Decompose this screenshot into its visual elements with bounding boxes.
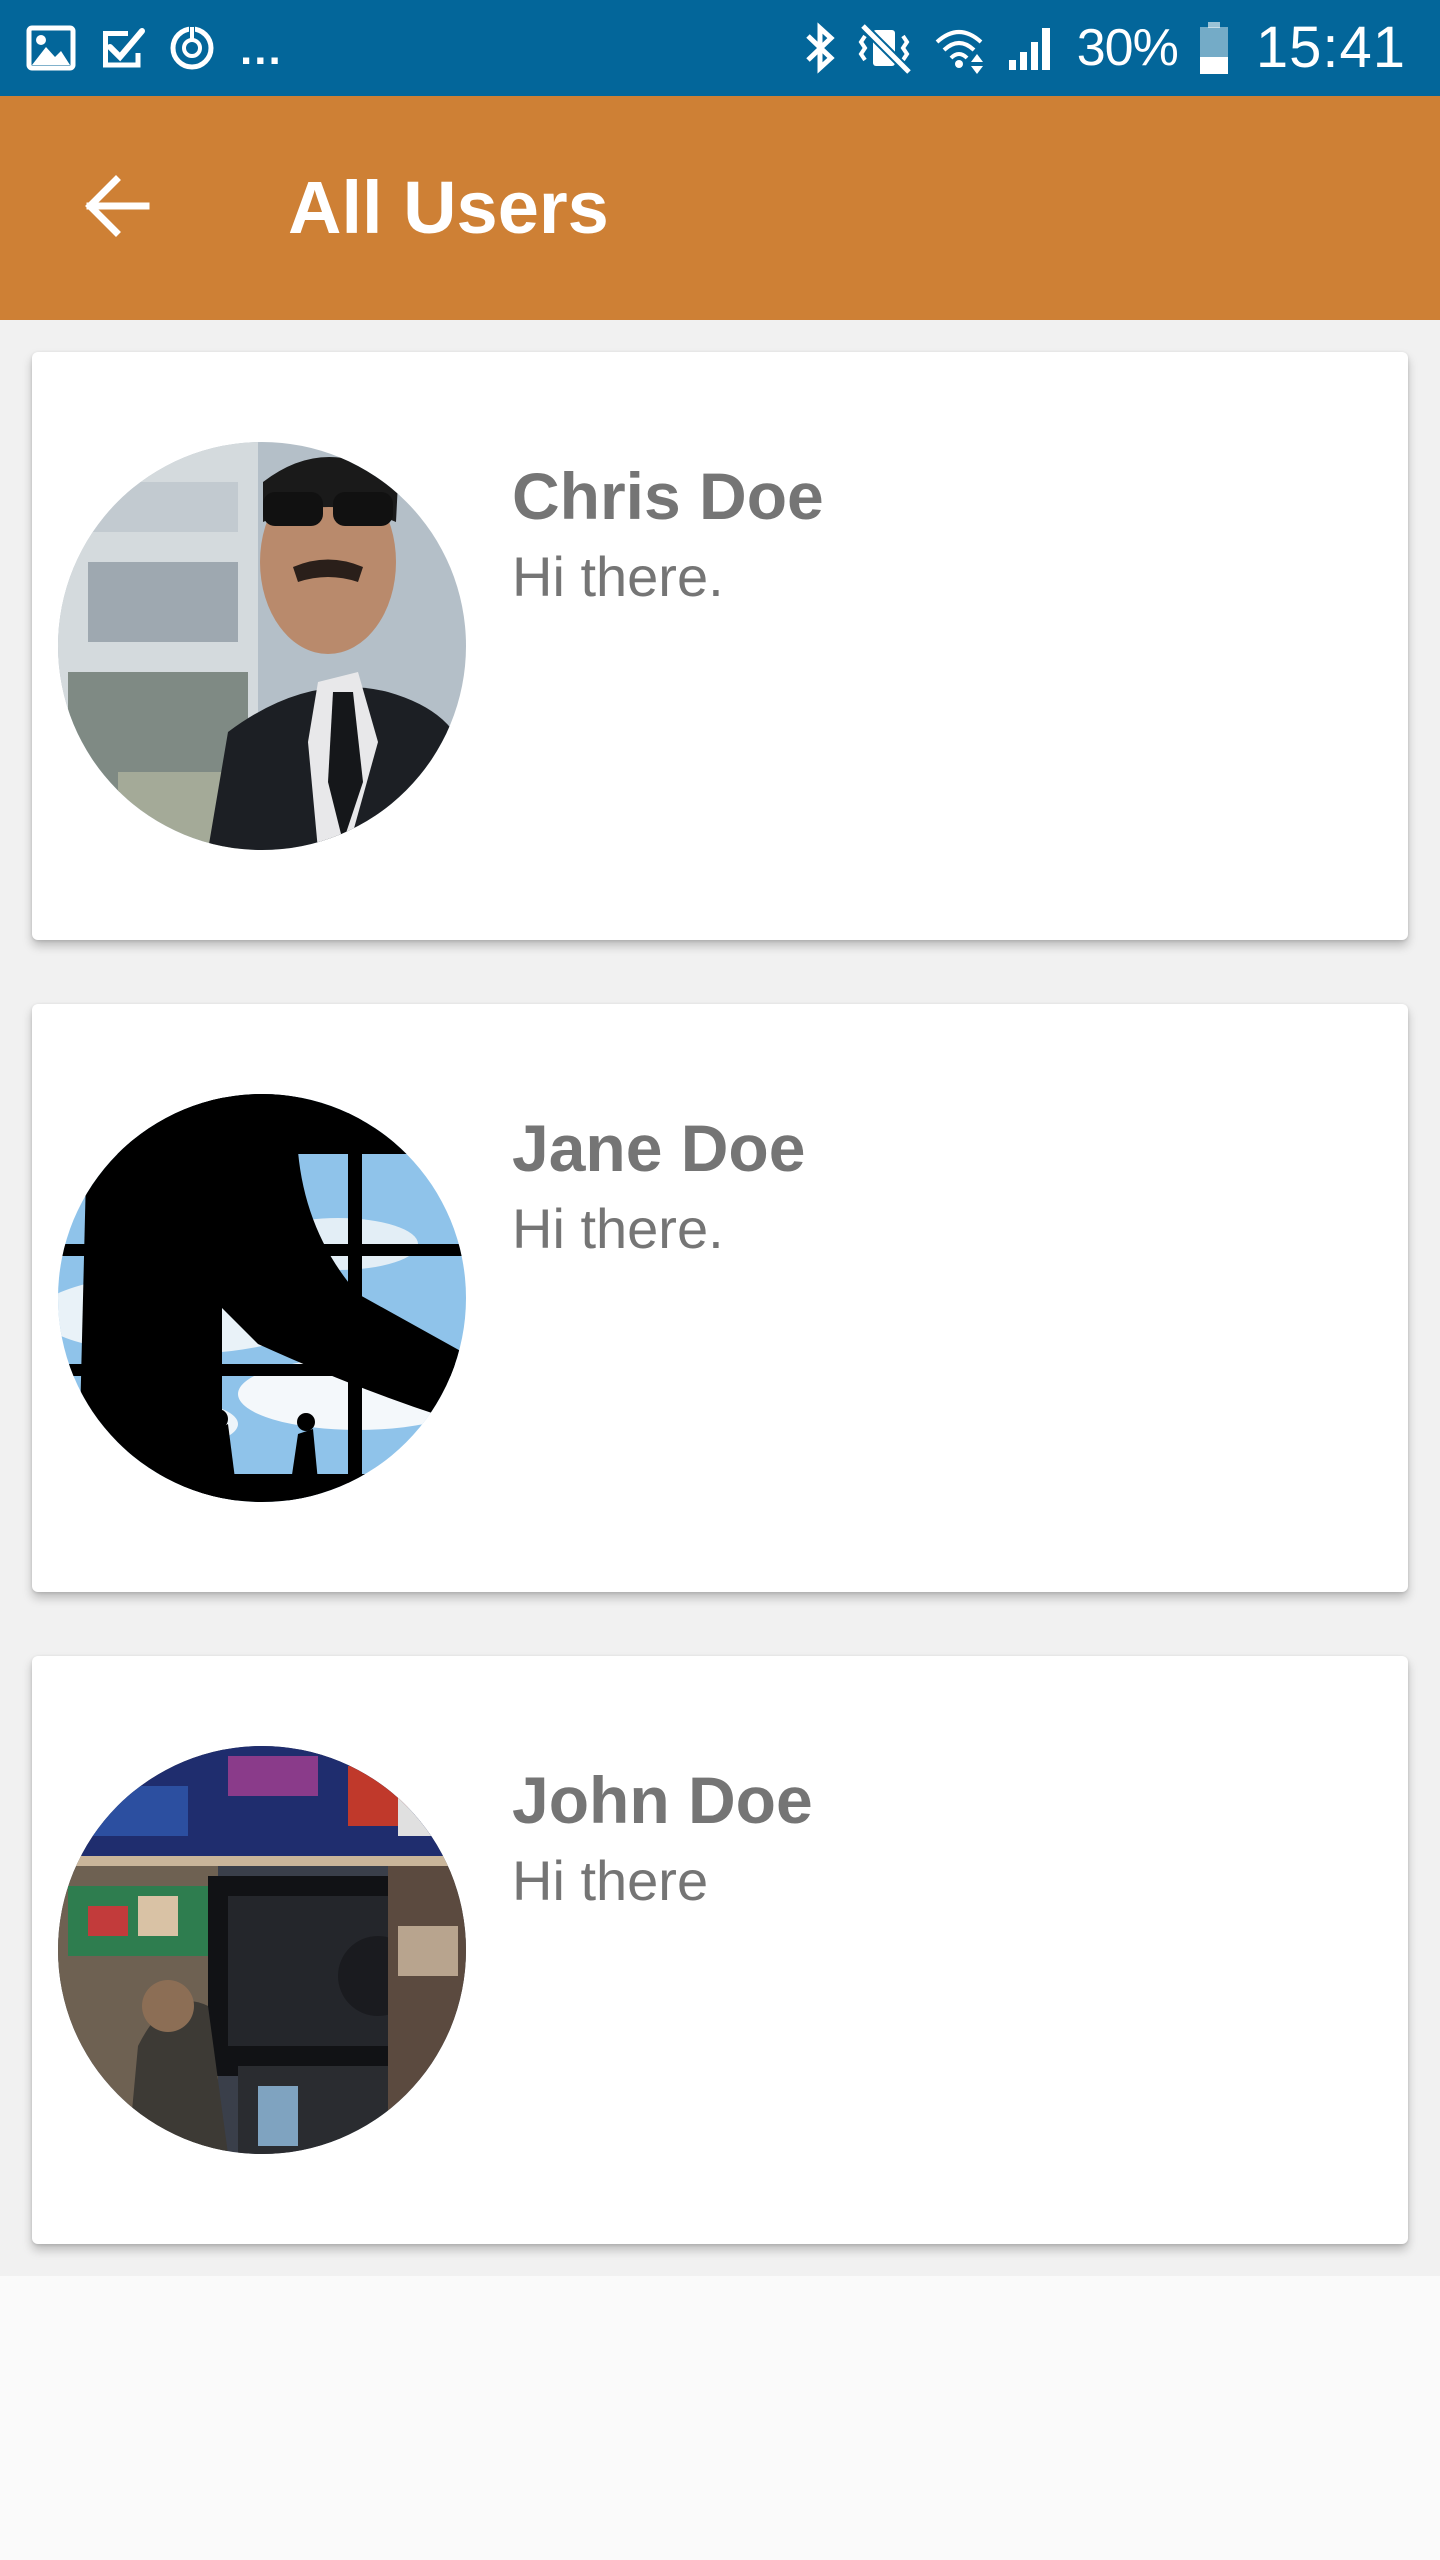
avatar	[58, 1746, 466, 2154]
page-title: All Users	[288, 166, 609, 249]
system-status-icons: 30% 15:41	[803, 0, 1406, 96]
user-list-item[interactable]: Chris Doe Hi there.	[32, 352, 1408, 940]
user-name: John Doe	[512, 1763, 813, 1837]
user-name: Jane Doe	[512, 1111, 806, 1185]
vibrate-mute-icon	[857, 22, 913, 74]
gallery-icon	[26, 25, 76, 71]
user-status-message: Hi there.	[512, 1197, 724, 1260]
user-name: Chris Doe	[512, 459, 824, 533]
user-list-item[interactable]: Jane Doe Hi there.	[32, 1004, 1408, 1592]
user-list: Chris Doe Hi there. Jane Doe Hi there. J…	[0, 320, 1440, 2276]
clock: 15:41	[1255, 15, 1406, 80]
app-bar: All Users	[0, 96, 1440, 320]
battery-icon	[1198, 20, 1230, 76]
notification-icons: ...	[26, 0, 283, 96]
arrow-back-icon	[80, 170, 152, 247]
task-done-icon	[98, 25, 146, 71]
status-bar: ... 30% 15:41	[0, 0, 1440, 96]
avatar	[58, 442, 466, 850]
back-button[interactable]	[56, 148, 176, 268]
user-status-message: Hi there	[512, 1849, 709, 1912]
signal-icon	[1005, 22, 1057, 74]
bluetooth-icon	[803, 22, 837, 74]
avatar	[58, 1094, 466, 1502]
wifi-icon	[933, 22, 985, 74]
user-status-message: Hi there.	[512, 545, 724, 608]
more-notifications-ellipsis: ...	[240, 25, 283, 74]
user-list-item[interactable]: John Doe Hi there	[32, 1656, 1408, 2244]
battery-percentage: 30%	[1076, 19, 1179, 77]
sync-timer-icon	[168, 24, 216, 72]
